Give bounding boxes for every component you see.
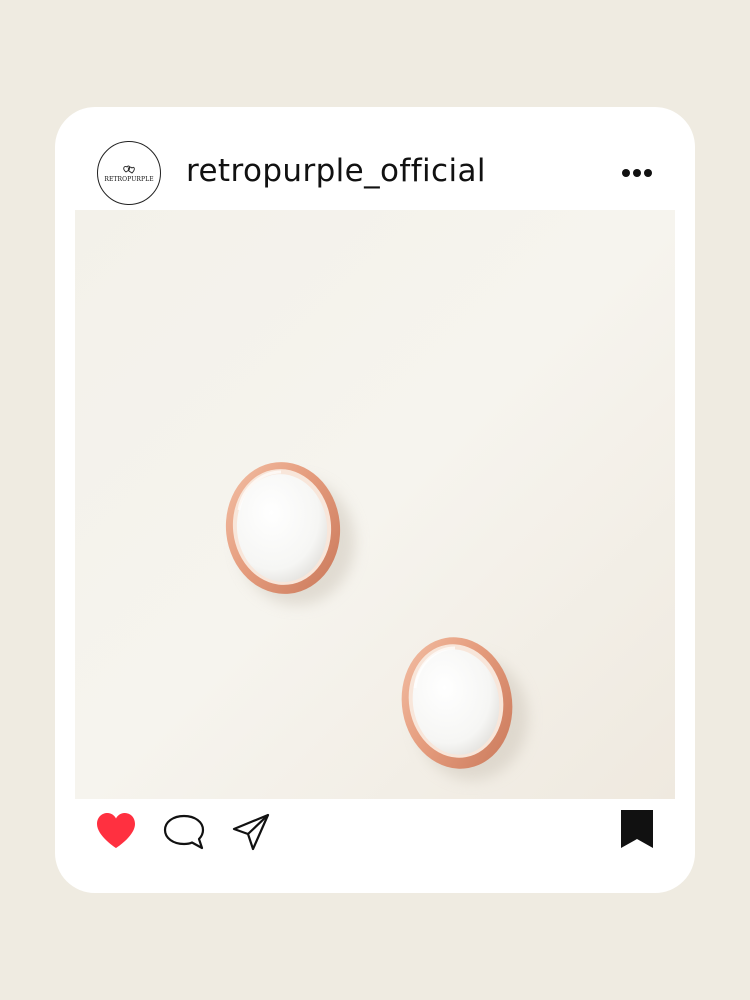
- comment-icon[interactable]: [162, 813, 206, 851]
- heart-icon[interactable]: [95, 812, 137, 850]
- brand-logo-icon: [123, 165, 135, 174]
- post-card: RETROPURPLE retropurple_official: [55, 107, 695, 893]
- post-actions: [55, 799, 695, 893]
- avatar[interactable]: RETROPURPLE: [97, 141, 161, 205]
- post-header: RETROPURPLE retropurple_official: [55, 107, 695, 210]
- more-icon[interactable]: [621, 165, 653, 181]
- avatar-logo-text: RETROPURPLE: [104, 175, 154, 183]
- username[interactable]: retropurple_official: [186, 151, 486, 191]
- post-image[interactable]: [75, 210, 675, 799]
- paper-plane-icon[interactable]: [231, 812, 271, 852]
- earrings-photo: [75, 210, 675, 799]
- bookmark-icon[interactable]: [621, 810, 653, 848]
